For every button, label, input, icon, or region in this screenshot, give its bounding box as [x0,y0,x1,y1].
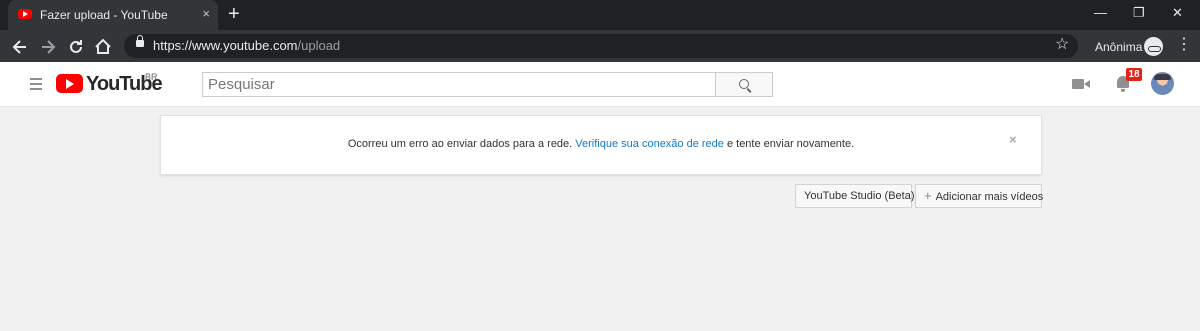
incognito-label: Anônima [1095,40,1143,54]
back-icon[interactable] [10,37,30,57]
bookmark-star-icon[interactable]: ☆ [1055,36,1069,54]
alert-message: Ocorreu um erro ao enviar dados para a r… [161,138,1041,150]
browser-tab[interactable]: Fazer upload - YouTube × [8,0,218,30]
url-host: https://www.youtube.com [153,38,298,53]
browser-menu-icon[interactable]: ⋮ [1176,36,1192,54]
add-more-videos-label: Adicionar mais vídeos [935,191,1044,203]
lock-icon [136,35,144,47]
add-more-videos-button[interactable]: + Adicionar mais vídeos [915,184,1044,208]
incognito-icon[interactable] [1144,37,1163,56]
avatar[interactable] [1151,72,1174,95]
search-icon [739,79,749,89]
address-bar[interactable]: https://www.youtube.com/upload [124,34,1078,58]
youtube-logo-icon[interactable] [56,74,83,93]
tab-close-icon[interactable]: × [202,7,210,21]
new-tab-button[interactable]: + [228,3,240,25]
check-connection-link[interactable]: Verifique sua conexão de rede [575,138,724,150]
forward-icon[interactable] [38,37,58,57]
url-path: /upload [297,38,341,53]
country-code: BR [145,72,158,82]
notification-count-badge: 18 [1126,68,1142,81]
alert-text-start: Ocorreu um erro ao enviar dados para a r… [347,138,576,150]
tab-title: Fazer upload - YouTube [40,8,168,22]
search-button[interactable] [715,72,773,97]
alert-text-end: e tente enviar novamente. [723,138,855,150]
plus-icon: + [924,188,932,203]
search-input[interactable] [202,72,719,97]
restore-button[interactable]: ❐ [1133,5,1145,21]
minimize-button[interactable]: — [1094,5,1107,21]
reload-icon[interactable] [66,37,86,57]
home-icon[interactable] [93,37,113,57]
upload-video-icon[interactable] [1072,79,1090,89]
network-error-alert: Ocorreu um erro ao enviar dados para a r… [160,115,1042,175]
youtube-studio-button[interactable]: YouTube Studio (Beta) [795,184,914,208]
close-window-button[interactable]: ✕ [1172,5,1183,21]
guide-menu-icon[interactable] [30,78,42,93]
alert-close-icon[interactable]: × [1009,133,1017,147]
url-text[interactable]: https://www.youtube.com/upload [153,38,340,53]
browser-titlebar: Fazer upload - YouTube × + — ❐ ✕ [0,0,1200,30]
youtube-favicon-icon [18,9,32,19]
